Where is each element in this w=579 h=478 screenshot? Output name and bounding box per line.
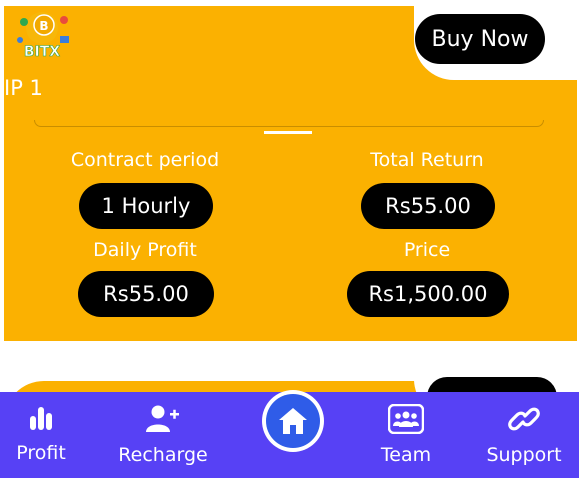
home-icon: [279, 408, 307, 434]
nav-recharge-label: Recharge: [118, 444, 208, 466]
contract-period-value: 1 Hourly: [79, 183, 213, 229]
total-return-label: Total Return: [370, 149, 484, 171]
plan-card: Buy Now B BITX IP 1 Contract period 1 Ho…: [4, 0, 579, 341]
buy-now-button[interactable]: Buy Now: [415, 14, 545, 64]
daily-profit-label: Daily Profit: [93, 239, 197, 261]
nav-team[interactable]: Team: [371, 392, 441, 478]
nav-support-label: Support: [486, 444, 562, 466]
nav-recharge[interactable]: Recharge: [111, 392, 215, 478]
nav-support[interactable]: Support: [481, 392, 567, 478]
svg-text:B: B: [39, 19, 48, 33]
price-value: Rs1,500.00: [347, 271, 509, 317]
svg-text:BITX: BITX: [24, 44, 60, 60]
divider: [34, 120, 544, 127]
team-icon: [388, 404, 424, 434]
bitx-logo: B BITX: [12, 8, 76, 64]
link-icon: [508, 407, 540, 431]
contract-period-label: Contract period: [70, 149, 220, 171]
divider-accent: [264, 131, 312, 134]
add-user-icon: [146, 405, 179, 432]
nav-team-label: Team: [380, 444, 432, 466]
home-button[interactable]: [262, 390, 324, 452]
home-button-inner: [266, 394, 320, 448]
daily-profit-value: Rs55.00: [78, 271, 214, 317]
bar-chart-icon: [30, 407, 52, 430]
nav-profit[interactable]: Profit: [8, 392, 74, 478]
plan-name: IP 1: [4, 76, 43, 100]
price-label: Price: [403, 239, 451, 261]
total-return-value: Rs55.00: [361, 183, 495, 229]
nav-profit-label: Profit: [16, 442, 66, 464]
